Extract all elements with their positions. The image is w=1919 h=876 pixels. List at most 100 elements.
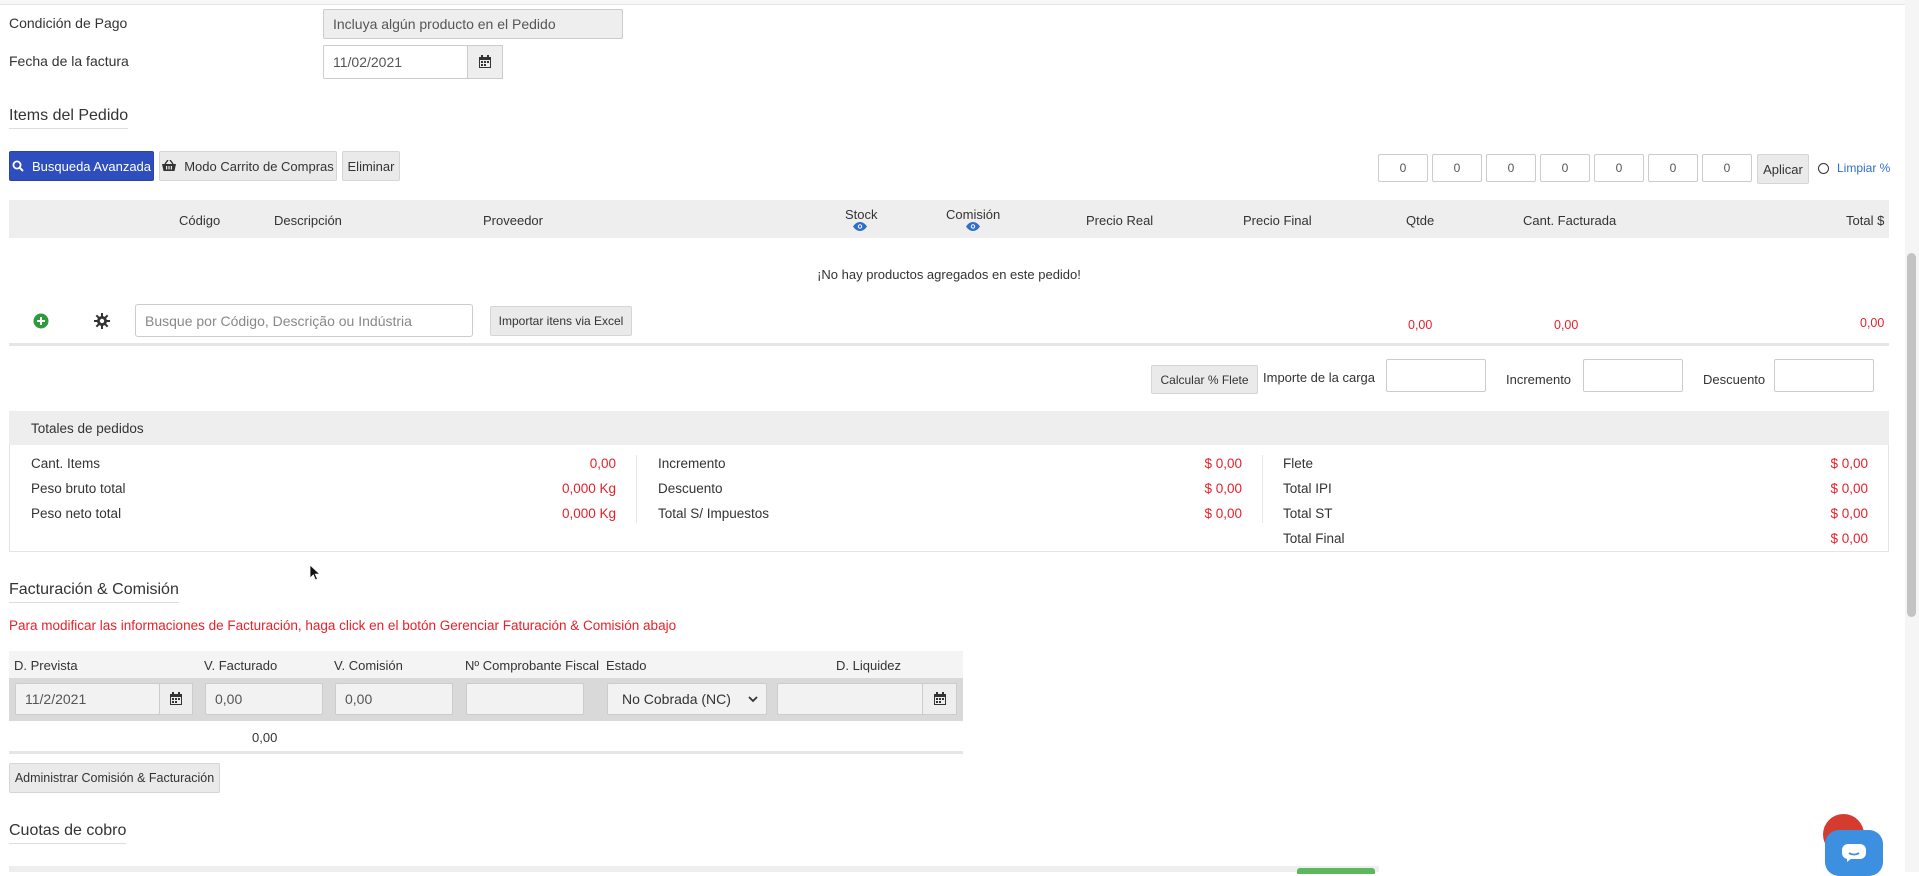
sum-total: 0,00 bbox=[1860, 316, 1885, 330]
col-settlement-date: D. Liquidez bbox=[836, 658, 902, 673]
percent-input[interactable]: 0 bbox=[1378, 154, 1428, 182]
col-billed-value: V. Facturado bbox=[204, 658, 278, 673]
totals-title: Totales de pedidos bbox=[31, 421, 144, 436]
installments-section-title: Cuotas de cobro bbox=[9, 822, 127, 844]
import-excel-button[interactable]: Importar itens via Excel bbox=[490, 306, 632, 336]
col-commission-value: V. Comisión bbox=[334, 658, 403, 673]
discount-input[interactable] bbox=[1774, 359, 1874, 392]
total-label: Cant. Items bbox=[31, 456, 101, 471]
col-real-price: Precio Real bbox=[1086, 213, 1154, 228]
col-stock: Stock bbox=[845, 207, 878, 222]
sum-billed-qty: 0,00 bbox=[1554, 318, 1579, 332]
percent-input[interactable]: 0 bbox=[1540, 154, 1590, 182]
expected-date-input[interactable]: 11/2/2021 bbox=[15, 683, 160, 715]
col-status: Estado bbox=[606, 658, 647, 673]
invoice-date-input[interactable]: 11/02/2021 bbox=[323, 45, 468, 79]
product-search-input[interactable]: Busque por Código, Descrição ou Indústri… bbox=[135, 304, 473, 337]
total-label: Incremento bbox=[658, 456, 726, 471]
total-value: $ 0,00 bbox=[1204, 456, 1242, 471]
payment-condition-field[interactable]: Incluya algún producto en el Pedido bbox=[323, 9, 623, 39]
clear-percent-link[interactable]: Limpiar % bbox=[1837, 161, 1890, 175]
col-fiscal-number: Nº Comprobante Fiscal bbox=[465, 658, 600, 673]
eye-icon[interactable] bbox=[853, 222, 867, 231]
cart-mode-button[interactable]: Modo Carrito de Compras bbox=[159, 151, 337, 181]
calendar-icon bbox=[933, 692, 947, 706]
sum-qty: 0,00 bbox=[1408, 318, 1433, 332]
total-value: 0,00 bbox=[589, 456, 616, 471]
col-total: Total $ bbox=[1846, 213, 1885, 228]
items-section-title: Items del Pedido bbox=[9, 107, 129, 129]
total-label: Total ST bbox=[1283, 506, 1333, 521]
divider bbox=[9, 343, 1889, 346]
billing-notice: Para modificar las informaciones de Fact… bbox=[9, 618, 677, 633]
total-value: 0,000 Kg bbox=[561, 506, 616, 521]
totals-header bbox=[9, 411, 1889, 445]
total-label: Total Final bbox=[1283, 531, 1345, 546]
total-value: $ 0,00 bbox=[1830, 506, 1868, 521]
total-value: $ 0,00 bbox=[1830, 531, 1868, 546]
calendar-button[interactable] bbox=[467, 45, 503, 79]
mouse-cursor-icon bbox=[310, 565, 321, 581]
status-select[interactable]: No Cobrada (NC) bbox=[607, 683, 767, 715]
load-amount-input[interactable] bbox=[1386, 359, 1486, 392]
billing-section-title: Facturación & Comisión bbox=[9, 581, 179, 603]
empty-message: ¡No hay productos agregados en este pedi… bbox=[817, 267, 1081, 282]
percent-input[interactable]: 0 bbox=[1486, 154, 1536, 182]
manage-billing-button[interactable]: Administrar Comisión & Facturación bbox=[9, 763, 220, 793]
chat-icon bbox=[1842, 844, 1866, 862]
installments-table-header bbox=[9, 866, 1379, 872]
col-commission: Comisión bbox=[946, 207, 1001, 222]
total-label: Total IPI bbox=[1283, 481, 1332, 496]
col-expected-date: D. Prevista bbox=[14, 658, 78, 673]
chevron-down-icon bbox=[748, 695, 758, 703]
totals-divider bbox=[636, 455, 637, 523]
advanced-search-button[interactable]: Busqueda Avanzada bbox=[9, 151, 154, 181]
total-label: Flete bbox=[1283, 456, 1314, 471]
scrollbar-thumb[interactable] bbox=[1907, 253, 1916, 617]
cart-mode-label: Modo Carrito de Compras bbox=[184, 158, 334, 174]
gear-icon[interactable] bbox=[94, 313, 110, 329]
col-description: Descripción bbox=[274, 213, 342, 228]
chat-button[interactable] bbox=[1825, 830, 1883, 876]
billing-divider bbox=[9, 751, 963, 754]
percent-input[interactable]: 0 bbox=[1702, 154, 1752, 182]
calendar-icon bbox=[478, 55, 492, 69]
installments-add-button[interactable] bbox=[1297, 868, 1375, 874]
calendar-button[interactable] bbox=[922, 683, 957, 715]
apply-button[interactable]: Aplicar bbox=[1757, 154, 1809, 184]
settlement-date-input[interactable] bbox=[777, 683, 923, 715]
col-qty: Qtde bbox=[1406, 213, 1435, 228]
increment-label: Incremento bbox=[1506, 372, 1572, 387]
total-value: $ 0,00 bbox=[1830, 456, 1868, 471]
fiscal-number-input[interactable] bbox=[466, 683, 584, 715]
total-label: Peso bruto total bbox=[31, 481, 126, 496]
delete-button[interactable]: Eliminar bbox=[342, 151, 400, 181]
status-select-value: No Cobrada (NC) bbox=[622, 691, 731, 707]
total-value: 0,000 Kg bbox=[561, 481, 616, 496]
calendar-button[interactable] bbox=[159, 683, 193, 715]
clear-radio[interactable] bbox=[1818, 163, 1829, 174]
total-value: $ 0,00 bbox=[1204, 481, 1242, 496]
eye-icon[interactable] bbox=[966, 222, 980, 231]
total-label: Total S/ Impuestos bbox=[658, 506, 770, 521]
total-value: $ 0,00 bbox=[1204, 506, 1242, 521]
totals-divider bbox=[1262, 455, 1263, 523]
commission-value-input[interactable]: 0,00 bbox=[335, 683, 453, 715]
add-icon[interactable] bbox=[33, 313, 49, 329]
col-code: Código bbox=[179, 213, 221, 228]
load-amount-label: Importe de la carga bbox=[1263, 370, 1376, 385]
col-supplier: Proveedor bbox=[483, 213, 543, 228]
search-icon bbox=[12, 160, 24, 172]
percent-input[interactable]: 0 bbox=[1648, 154, 1698, 182]
percent-input[interactable]: 0 bbox=[1594, 154, 1644, 182]
total-label: Descuento bbox=[658, 481, 723, 496]
increment-input[interactable] bbox=[1583, 359, 1683, 392]
billed-value-input[interactable]: 0,00 bbox=[205, 683, 323, 715]
billing-sum-billed: 0,00 bbox=[252, 730, 278, 745]
percent-input[interactable]: 0 bbox=[1432, 154, 1482, 182]
calc-freight-button[interactable]: Calcular % Flete bbox=[1151, 365, 1258, 394]
col-billed-qty: Cant. Facturada bbox=[1523, 213, 1617, 228]
calendar-icon bbox=[169, 692, 183, 706]
top-edge-bar bbox=[0, 0, 1919, 5]
product-search-placeholder: Busque por Código, Descrição ou Indústri… bbox=[145, 312, 412, 329]
